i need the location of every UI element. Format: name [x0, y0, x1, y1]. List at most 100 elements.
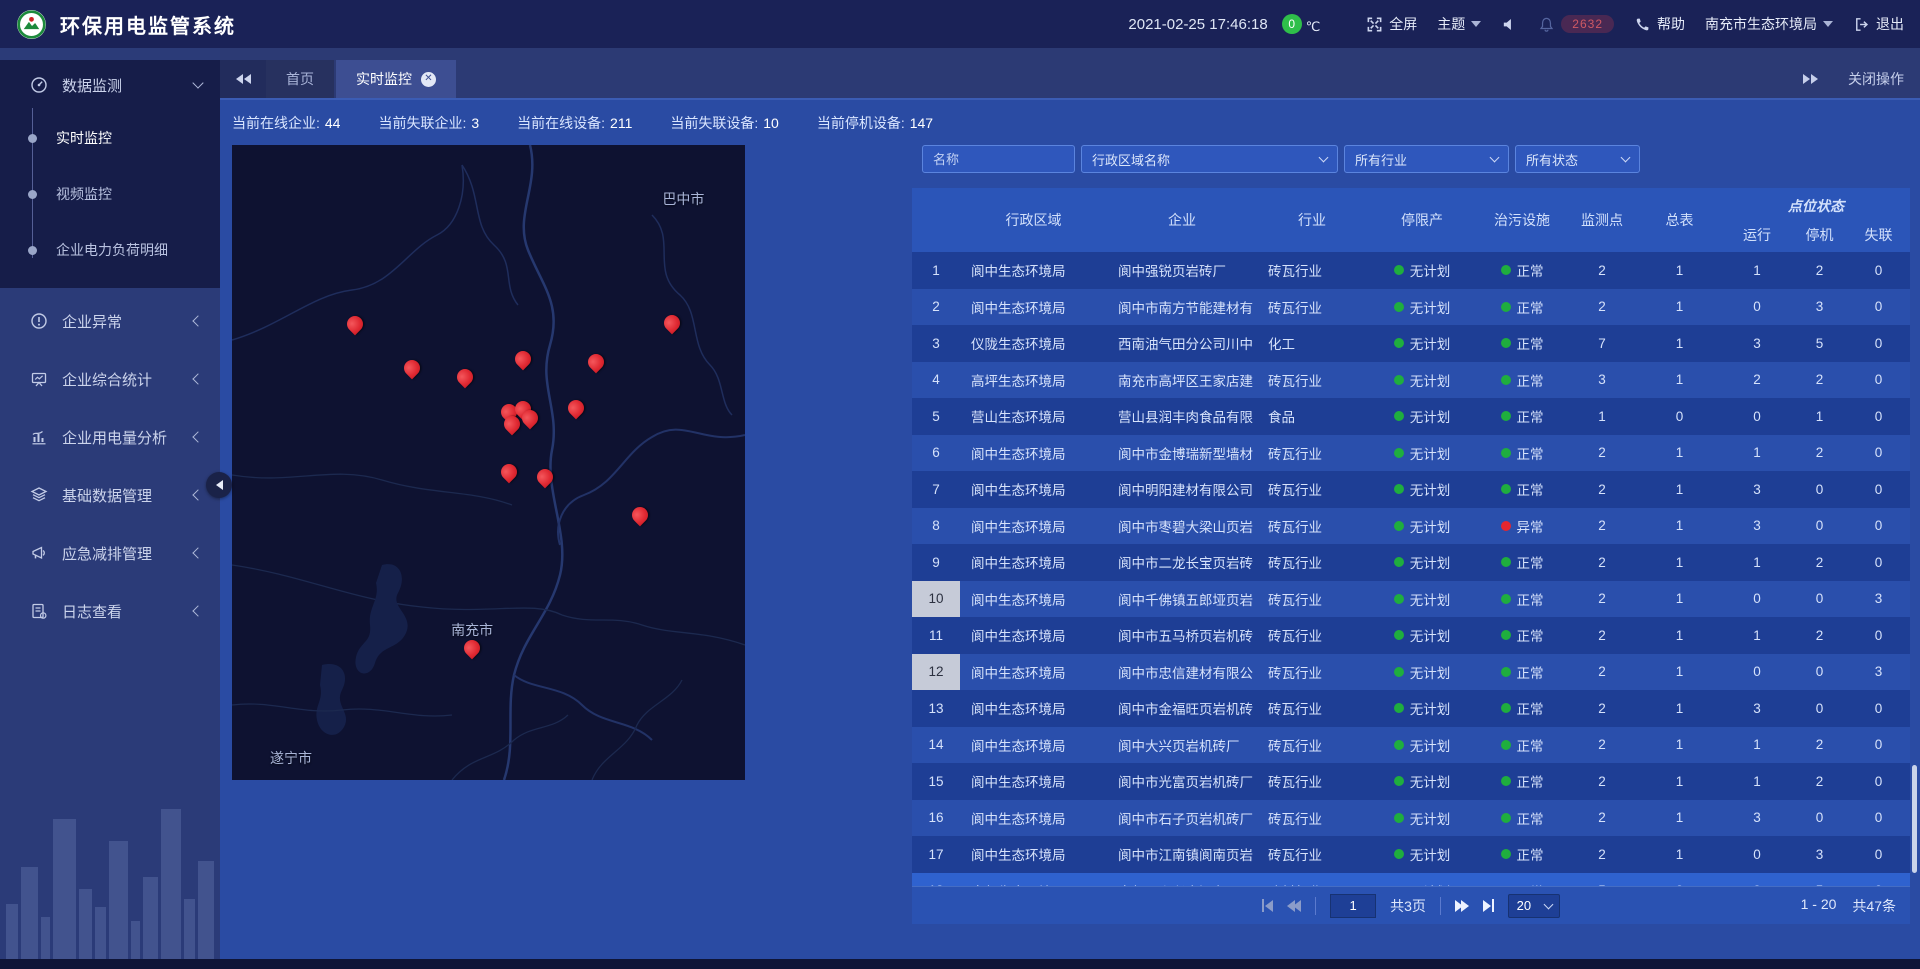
- divider: [1315, 897, 1316, 915]
- cell-company: 南充市高坪区王家店建: [1107, 362, 1257, 399]
- help-label: 帮助: [1657, 14, 1685, 34]
- table-row[interactable]: 6阆中生态环境局阆中市金博瑞新型墙材砖瓦行业无计划正常21120: [912, 435, 1910, 472]
- table-row[interactable]: 16阆中生态环境局阆中市石子页岩机砖厂砖瓦行业无计划正常21300: [912, 800, 1910, 837]
- status-dot: [1394, 448, 1404, 458]
- table-row[interactable]: 5营山生态环境局营山县润丰肉食品有限食品无计划正常10010: [912, 398, 1910, 435]
- table-row[interactable]: 3仪陇生态环境局西南油气田分公司川中化工无计划正常71350: [912, 325, 1910, 362]
- cell-run: 1: [1722, 435, 1792, 472]
- table-row[interactable]: 14阆中生态环境局阆中大兴页岩机砖厂砖瓦行业无计划正常21120: [912, 727, 1910, 764]
- map[interactable]: 巴中市南充市遂宁市: [232, 145, 745, 780]
- status-label: 正常: [1517, 406, 1544, 426]
- divider: [1440, 897, 1441, 915]
- cell-halt: 2: [1792, 763, 1847, 800]
- cell-meters: 1: [1637, 800, 1722, 837]
- industry-select[interactable]: 所有行业: [1344, 145, 1509, 173]
- status-cell-facility: 正常: [1477, 581, 1567, 618]
- column-subheader-停机: 停机: [1792, 218, 1847, 252]
- cell-meters: 1: [1637, 654, 1722, 691]
- table-row[interactable]: 18南部生态环境局南部县砌兴水泥有限公建材行业无计划正常50050: [912, 873, 1910, 887]
- sidebar-item-实时监控[interactable]: 实时监控: [0, 110, 220, 166]
- table-row[interactable]: 4高坪生态环境局南充市高坪区王家店建砖瓦行业无计划正常31220: [912, 362, 1910, 399]
- stat-value: 3: [471, 115, 479, 131]
- status-label: 无计划: [1410, 443, 1451, 463]
- cell-run: 0: [1722, 836, 1792, 873]
- cell-points: 2: [1567, 581, 1637, 618]
- first-page-button[interactable]: [1262, 899, 1274, 912]
- mute-button[interactable]: [1501, 16, 1518, 33]
- status-cell-facility: 正常: [1477, 800, 1567, 837]
- table-row[interactable]: 17阆中生态环境局阆中市江南镇阆南页岩砖瓦行业无计划正常21030: [912, 836, 1910, 873]
- cell-halt: 3: [1792, 289, 1847, 326]
- sidebar-item-应急减排管理[interactable]: 应急减排管理: [0, 524, 220, 582]
- cell-points: 1: [1567, 398, 1637, 435]
- table-row[interactable]: 13阆中生态环境局阆中市金福旺页岩机砖砖瓦行业无计划正常21300: [912, 690, 1910, 727]
- table-row[interactable]: 12阆中生态环境局阆中市忠信建材有限公砖瓦行业无计划正常21003: [912, 654, 1910, 691]
- table-row[interactable]: 8阆中生态环境局阆中市枣碧大梁山页岩砖瓦行业无计划异常21300: [912, 508, 1910, 545]
- status-dot: [1394, 667, 1404, 677]
- theme-dropdown[interactable]: 主题: [1437, 14, 1481, 34]
- panel-collapse-button[interactable]: [206, 472, 232, 498]
- user-org-dropdown[interactable]: 南充市生态环境局: [1705, 14, 1833, 34]
- scrollbar-thumb[interactable]: [1912, 765, 1917, 873]
- cell-halt: 3: [1792, 836, 1847, 873]
- tabs-scroll-right-button[interactable]: [1803, 74, 1818, 84]
- prev-page-button[interactable]: [1287, 900, 1301, 912]
- map-label-遂宁市: 遂宁市: [270, 748, 312, 768]
- column-header-停限产: 停限产: [1367, 188, 1477, 252]
- tab-实时监控[interactable]: 实时监控✕: [336, 60, 456, 98]
- column-subheader-失联: 失联: [1847, 218, 1910, 252]
- cell-points: 5: [1567, 873, 1637, 887]
- cell-points: 7: [1567, 325, 1637, 362]
- cell-company: 阆中大兴页岩机砖厂: [1107, 727, 1257, 764]
- logout-button[interactable]: 退出: [1853, 14, 1904, 34]
- table-row[interactable]: 7阆中生态环境局阆中明阳建材有限公司砖瓦行业无计划正常21300: [912, 471, 1910, 508]
- tabs-scroll-left-button[interactable]: [220, 60, 266, 98]
- next-page-button[interactable]: [1455, 900, 1469, 912]
- table-row[interactable]: 11阆中生态环境局阆中市五马桥页岩机砖砖瓦行业无计划正常21120: [912, 617, 1910, 654]
- column-header-行业: 行业: [1257, 188, 1367, 252]
- fullscreen-button[interactable]: 全屏: [1366, 14, 1417, 34]
- stat-label: 当前在线企业:: [232, 113, 320, 133]
- tab-首页[interactable]: 首页: [266, 60, 334, 98]
- notifications-button[interactable]: 2632: [1538, 15, 1614, 33]
- name-search-input[interactable]: [933, 152, 1064, 167]
- cell-halt: 0: [1792, 508, 1847, 545]
- cell-lost: 0: [1847, 362, 1910, 399]
- status-dot: [1501, 557, 1511, 567]
- row-index-cell: 12: [912, 654, 960, 691]
- sidebar-item-企业用电量分析[interactable]: 企业用电量分析: [0, 408, 220, 466]
- page-number-input[interactable]: [1330, 894, 1376, 918]
- sidebar-item-日志查看[interactable]: 日志查看: [0, 582, 220, 640]
- sidebar-item-企业电力负荷明细[interactable]: 企业电力负荷明细: [0, 222, 220, 278]
- sidebar-item-视频监控[interactable]: 视频监控: [0, 166, 220, 222]
- sidebar-item-企业异常[interactable]: 企业异常: [0, 292, 220, 350]
- table-row[interactable]: 10阆中生态环境局阆中千佛镇五郎垭页岩砖瓦行业无计划正常21003: [912, 581, 1910, 618]
- cell-lost: 0: [1847, 873, 1910, 887]
- status-select[interactable]: 所有状态: [1515, 145, 1640, 173]
- close-icon[interactable]: ✕: [421, 72, 436, 87]
- cell-meters: 1: [1637, 581, 1722, 618]
- help-button[interactable]: 帮助: [1634, 14, 1685, 34]
- table-row[interactable]: 1阆中生态环境局阆中强锐页岩砖厂砖瓦行业无计划正常21120: [912, 252, 1910, 289]
- cell-lost: 3: [1847, 654, 1910, 691]
- table-row[interactable]: 15阆中生态环境局阆中市光富页岩机砖厂砖瓦行业无计划正常21120: [912, 763, 1910, 800]
- bell-icon: [1538, 16, 1555, 33]
- table-row[interactable]: 2阆中生态环境局阆中市南方节能建材有砖瓦行业无计划正常21030: [912, 289, 1910, 326]
- region-select[interactable]: 行政区域名称: [1081, 145, 1338, 173]
- sidebar-item-企业综合统计[interactable]: 企业综合统计: [0, 350, 220, 408]
- cell-points: 2: [1567, 690, 1637, 727]
- sidebar-item-基础数据管理[interactable]: 基础数据管理: [0, 466, 220, 524]
- cell-lost: 0: [1847, 252, 1910, 289]
- stat-item: 当前失联企业:3: [378, 113, 479, 133]
- page-size-select[interactable]: 20: [1508, 894, 1560, 918]
- column-header-index: [912, 188, 960, 252]
- status-cell-facility: 正常: [1477, 617, 1567, 654]
- close-operations-button[interactable]: 关闭操作: [1848, 69, 1904, 89]
- cell-industry: 砖瓦行业: [1257, 690, 1367, 727]
- table-row[interactable]: 9阆中生态环境局阆中市二龙长宝页岩砖砖瓦行业无计划正常21120: [912, 544, 1910, 581]
- name-search-field[interactable]: [922, 145, 1075, 173]
- sidebar-item-数据监测[interactable]: 数据监测: [0, 60, 220, 110]
- cell-lost: 0: [1847, 508, 1910, 545]
- last-page-button[interactable]: [1483, 899, 1495, 912]
- chevron-down-icon: [1471, 21, 1481, 27]
